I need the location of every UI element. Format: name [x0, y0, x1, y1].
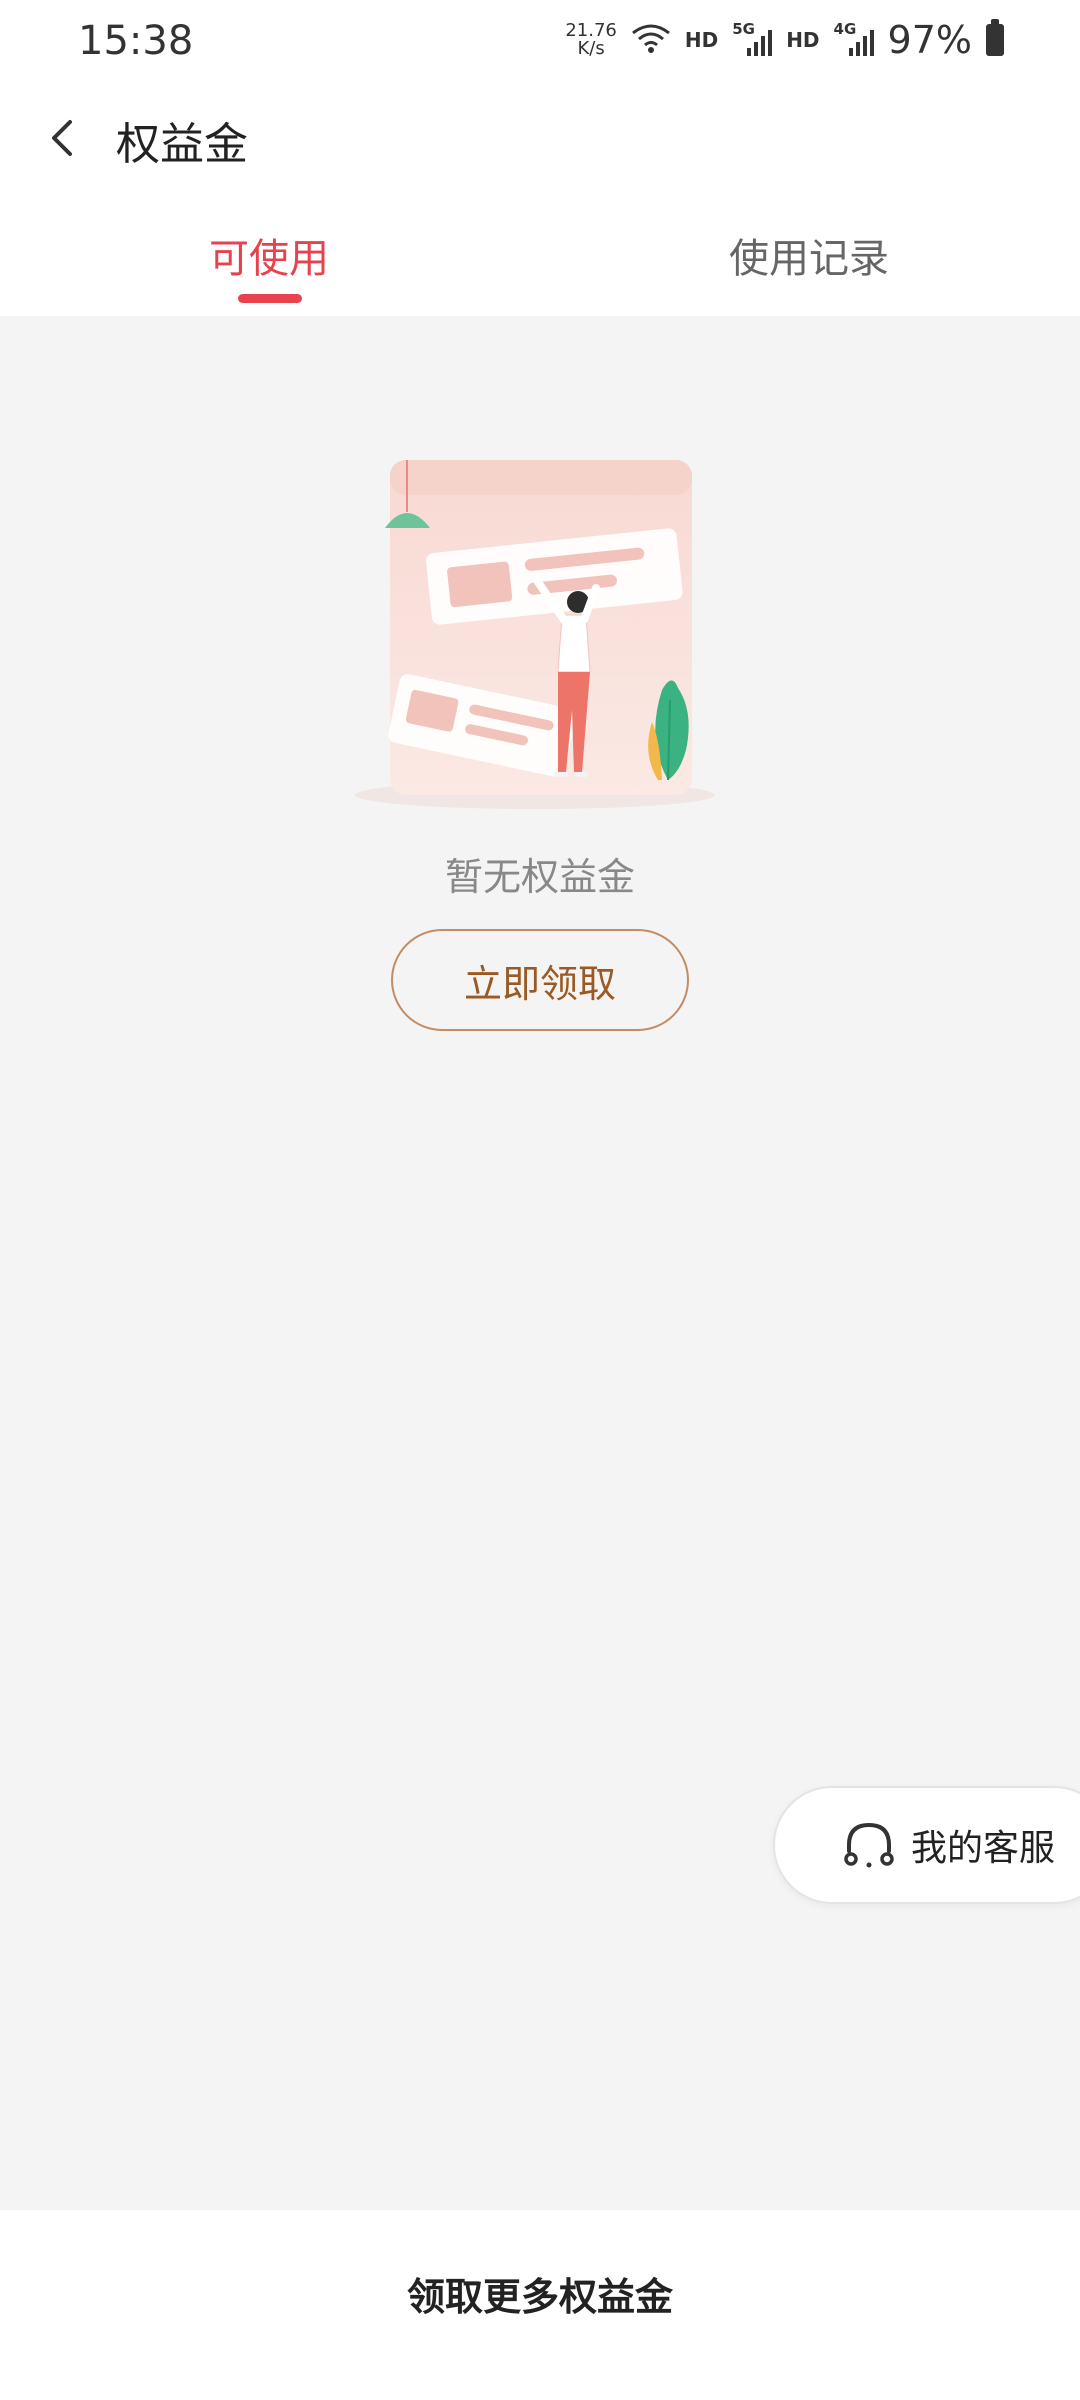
network-speed: 21.76 K/s [565, 22, 617, 58]
status-bar: 15:38 21.76 K/s HD 5G HD 4G 97% [0, 0, 1080, 84]
status-time: 15:38 [78, 18, 194, 64]
active-tab-indicator [238, 294, 302, 303]
headset-icon [844, 1822, 894, 1868]
bottom-bar: 领取更多权益金 [0, 2210, 1080, 2400]
battery-icon [986, 19, 1004, 56]
app-header: 权益金 [0, 84, 1080, 192]
signal-5g-icon: 5G [732, 20, 773, 60]
signal-4g-icon: 4G [834, 20, 874, 60]
status-icons: 21.76 K/s HD 5G HD 4G 97% [565, 18, 1004, 62]
chevron-left-icon [52, 120, 72, 156]
customer-service-button[interactable]: 我的客服 [773, 1786, 1080, 1904]
page-root: 15:38 21.76 K/s HD 5G HD 4G 97% 权益金 可使用 … [0, 0, 1080, 2400]
network-speed-unit: K/s [577, 38, 605, 59]
tab-available[interactable]: 可使用 [209, 226, 329, 284]
page-title: 权益金 [116, 119, 248, 170]
claim-now-button[interactable]: 立即领取 [391, 929, 689, 1031]
tab-bar: 可使用 使用记录 [0, 192, 1080, 316]
tab-usage-history[interactable]: 使用记录 [729, 226, 889, 284]
empty-state-illustration [355, 460, 715, 809]
signal-bars-2 [848, 30, 874, 56]
hd-badge: HD [684, 28, 719, 52]
customer-service-label: 我的客服 [911, 1828, 1056, 1869]
get-more-link[interactable]: 领取更多权益金 [0, 2266, 1080, 2321]
back-button[interactable] [36, 108, 96, 168]
hd-badge-2: HD [786, 28, 820, 52]
battery-percentage: 97% [887, 18, 972, 62]
signal-bars [747, 30, 773, 56]
empty-state-message: 暂无权益金 [444, 855, 635, 899]
wifi-icon [631, 24, 670, 53]
